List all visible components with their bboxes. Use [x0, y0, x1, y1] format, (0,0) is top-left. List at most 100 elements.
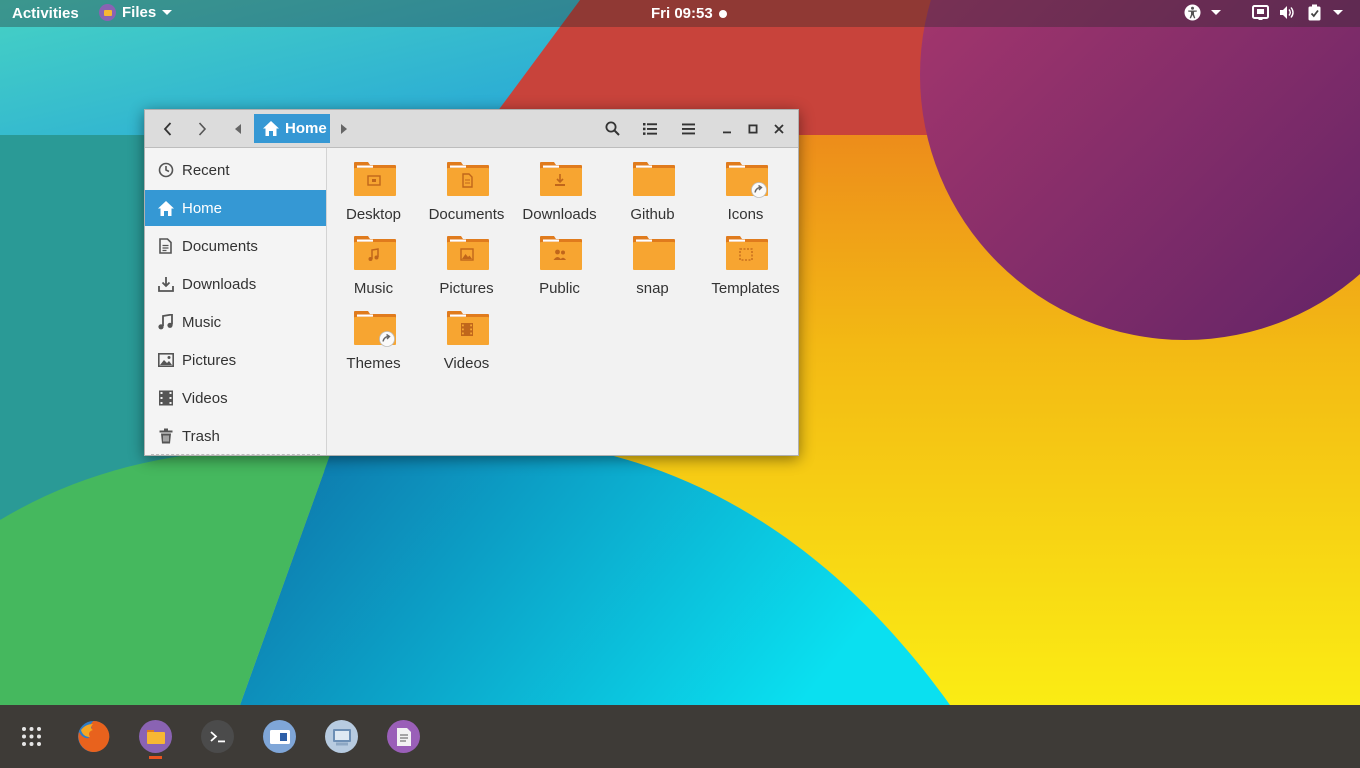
file-item-music[interactable]: Music	[327, 235, 420, 303]
folder-icon	[726, 236, 768, 270]
folder-icon	[726, 162, 768, 198]
folder-icon	[540, 236, 582, 270]
dock-terminal[interactable]	[201, 720, 234, 753]
sidebar-item-music[interactable]: Music	[145, 304, 326, 340]
network-wired-icon	[1252, 5, 1269, 20]
file-item-pictures[interactable]: Pictures	[420, 235, 513, 303]
sidebar-item-home[interactable]: Home	[145, 190, 326, 226]
clock-label: Fri 09:53	[651, 5, 713, 22]
dock-show-applications[interactable]	[15, 720, 48, 753]
accessibility-menu[interactable]	[1184, 4, 1221, 21]
system-menu[interactable]	[1252, 4, 1343, 21]
sidebar-item-label: Trash	[182, 427, 220, 445]
maximize-icon	[748, 123, 758, 133]
chevron-down-icon	[162, 10, 173, 15]
list-view-icon	[643, 122, 657, 135]
file-item-label: Icons	[727, 206, 764, 223]
folder-icon	[447, 311, 489, 345]
file-item-videos[interactable]: Videos	[420, 310, 513, 378]
video-icon	[158, 390, 173, 406]
file-item-label: Themes	[346, 355, 401, 372]
software-icon	[263, 720, 296, 753]
places-sidebar: Recent Home Documents Downloads Music Pi…	[145, 148, 327, 455]
file-item-label: Music	[353, 280, 394, 297]
file-item-desktop[interactable]: Desktop	[327, 161, 420, 229]
folder-icon	[633, 236, 675, 270]
sidebar-item-label: Downloads	[182, 275, 257, 293]
back-button[interactable]	[153, 110, 183, 147]
main-menu-button[interactable]	[673, 110, 703, 147]
app-menu-label: Files	[122, 4, 157, 21]
files-app-icon	[99, 4, 116, 21]
clock[interactable]: Fri 09:53	[651, 5, 727, 22]
notification-dot-icon	[718, 9, 727, 18]
view-mode-button[interactable]	[635, 110, 665, 147]
file-item-templates[interactable]: Templates	[699, 235, 792, 303]
text-editor-icon	[387, 720, 420, 753]
folder-icon	[354, 162, 396, 196]
trash-icon	[159, 428, 172, 444]
chevron-right-icon	[198, 121, 207, 136]
files-icon	[139, 720, 172, 753]
volume-icon	[1280, 6, 1294, 19]
activities-button[interactable]: Activities	[12, 5, 79, 22]
file-item-downloads[interactable]: Downloads	[513, 161, 606, 229]
search-icon	[605, 121, 620, 136]
sidebar-item-label: Home	[182, 199, 223, 217]
sidebar-item-label: Pictures	[182, 351, 237, 369]
file-item-public[interactable]: Public	[513, 235, 606, 303]
file-view: Desktop Documents Downloads Github Icons Musi…	[327, 148, 798, 455]
battery-icon	[1308, 4, 1321, 21]
sidebar-item-documents[interactable]: Documents	[145, 228, 326, 264]
file-item-label: Downloads	[522, 206, 597, 223]
sidebar-item-downloads[interactable]: Downloads	[145, 266, 326, 302]
pathbar-home-label: Home	[285, 120, 327, 137]
close-button[interactable]	[766, 110, 792, 147]
file-item-label: Desktop	[345, 206, 402, 223]
maximize-button[interactable]	[740, 110, 766, 147]
sidebar-item-trash[interactable]: Trash	[145, 418, 326, 454]
app-menu[interactable]: Files	[99, 4, 173, 21]
minimize-button[interactable]	[714, 110, 740, 147]
dock-text-editor[interactable]	[387, 720, 420, 753]
file-item-label: snap	[636, 280, 669, 297]
sidebar-item-label: Recent	[182, 161, 230, 179]
home-icon	[263, 121, 279, 136]
dock-files[interactable]	[139, 720, 172, 759]
files-window: Home Recent Home Documents Downloads Mus…	[144, 109, 799, 456]
download-icon	[157, 277, 174, 292]
file-item-documents[interactable]: Documents	[420, 161, 513, 229]
sidebar-item-recent[interactable]: Recent	[145, 152, 326, 188]
clock-icon	[158, 162, 173, 178]
sidebar-item-pictures[interactable]: Pictures	[145, 342, 326, 378]
app-grid-icon	[22, 727, 41, 746]
sidebar-divider	[151, 454, 320, 455]
accessibility-icon	[1184, 4, 1201, 21]
dock-firefox[interactable]	[77, 720, 110, 753]
file-item-label: Videos	[443, 355, 490, 372]
terminal-icon	[201, 720, 234, 753]
pathbar-scroll-right[interactable]	[334, 110, 354, 147]
dock-software[interactable]	[263, 720, 296, 753]
file-item-snap[interactable]: snap	[606, 235, 699, 303]
file-item-github[interactable]: Github	[606, 161, 699, 229]
home-icon	[157, 200, 174, 216]
pathbar-home-button[interactable]: Home	[254, 114, 330, 143]
folder-icon	[633, 162, 675, 196]
pathbar-scroll-left[interactable]	[228, 110, 248, 147]
hamburger-menu-icon	[681, 123, 695, 134]
triangle-right-icon	[341, 123, 347, 134]
sidebar-item-label: Music	[182, 313, 222, 331]
folder-icon	[447, 236, 489, 270]
file-item-icons[interactable]: Icons	[699, 161, 792, 229]
triangle-left-icon	[235, 123, 241, 134]
chevron-left-icon	[163, 121, 172, 136]
file-item-label: Public	[539, 280, 580, 297]
forward-button[interactable]	[187, 110, 217, 147]
sidebar-item-videos[interactable]: Videos	[145, 380, 326, 416]
search-button[interactable]	[597, 110, 627, 147]
chevron-down-icon	[1211, 10, 1221, 15]
dock-screenshot[interactable]	[325, 720, 358, 753]
file-item-themes[interactable]: Themes	[327, 310, 420, 378]
header-bar: Home	[145, 110, 798, 148]
